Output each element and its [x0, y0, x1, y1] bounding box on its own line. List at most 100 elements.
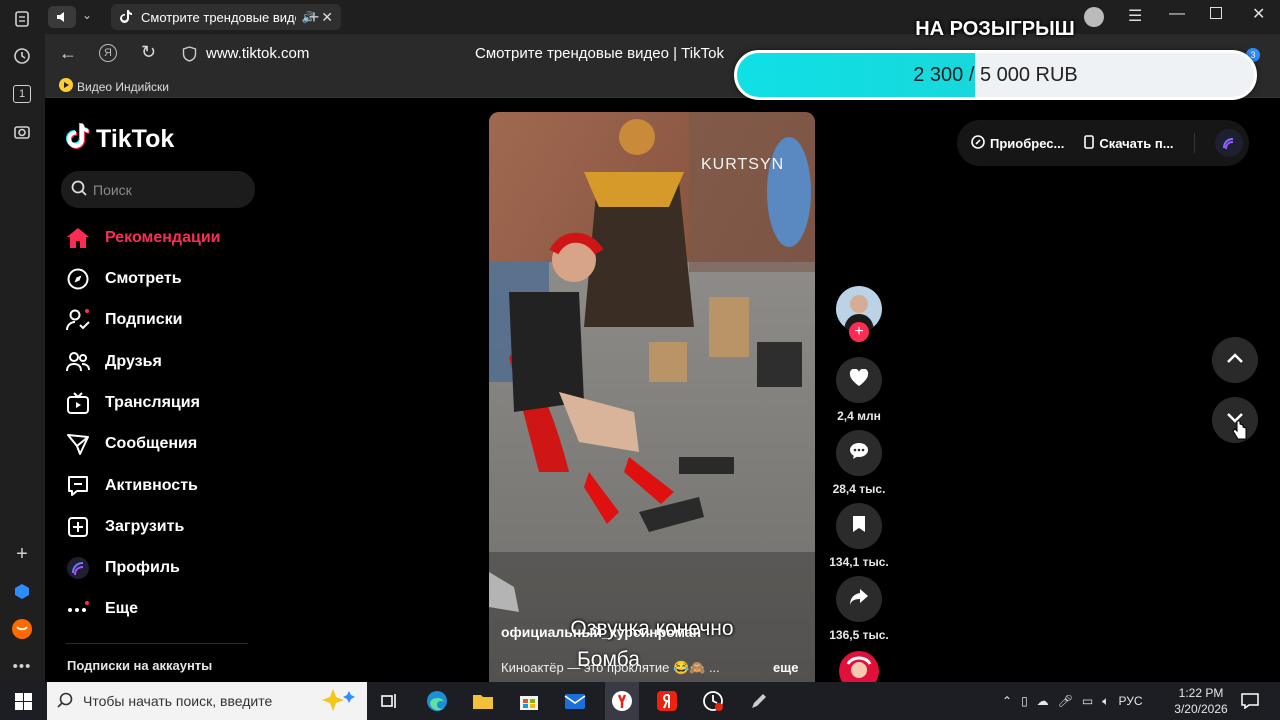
back-arrow-icon[interactable]: ←: [59, 43, 77, 64]
sidebar-item-label: Подписки: [105, 311, 183, 328]
donation-progress-text: 2 300 / 5 000 RUB: [913, 63, 1078, 86]
volume-icon[interactable]: 🔈︎: [1102, 694, 1109, 709]
taskbar-search-input[interactable]: Чтобы начать поиск, введите: [47, 682, 367, 720]
camera-icon[interactable]: [9, 119, 35, 145]
minimize-button[interactable]: —: [1169, 5, 1185, 23]
comment-icon: [849, 442, 869, 465]
menu-icon[interactable]: ☰: [1128, 6, 1142, 26]
phone-icon: [1084, 134, 1095, 152]
windows-start-icon[interactable]: [9, 688, 37, 714]
sidebar-item-label: Профиль: [105, 559, 180, 576]
share-button[interactable]: [836, 576, 882, 622]
tiktok-logo-text: TikTok: [96, 125, 175, 153]
video-watermark: KURTSYN: [701, 156, 785, 173]
sparkle-icon: [319, 687, 359, 716]
system-tray: ⌃ ▯ ☁ 🎤︎ ▭ 🔈︎ РУС: [1002, 682, 1142, 720]
windows-taskbar: Чтобы начать поиск, введите ⌃ ▯ ☁ 🎤︎ ▭ 🔈…: [0, 682, 1280, 720]
top-actions-bar: Приобрес... Скачать п...: [957, 120, 1249, 166]
sidebar-item-upload[interactable]: Загрузить: [66, 512, 184, 542]
clock[interactable]: 1:22 PM 3/20/2026: [1170, 685, 1232, 717]
chevron-up-icon: [1226, 351, 1244, 369]
url-field[interactable]: www.tiktok.com: [206, 45, 309, 62]
download-app-label: Скачать п...: [1099, 135, 1174, 151]
comment-button[interactable]: [836, 430, 882, 476]
previous-video-button[interactable]: [1212, 337, 1258, 383]
follow-plus-icon[interactable]: +: [849, 322, 869, 342]
clock-time: 1:22 PM: [1178, 686, 1224, 700]
yandex-app-icon[interactable]: [653, 688, 681, 714]
tab-title: Смотрите трендовые видео: [141, 9, 296, 25]
history-icon[interactable]: [9, 43, 35, 69]
yandex-browser-icon[interactable]: [605, 682, 639, 720]
following-icon: [66, 308, 90, 332]
video-author[interactable]: официальный_курсинроман: [501, 624, 701, 640]
sound-icon[interactable]: [48, 6, 76, 28]
tiktok-favicon-icon: [119, 9, 133, 26]
chevron-down-icon[interactable]: ⌄: [82, 8, 92, 22]
store-icon[interactable]: [515, 688, 543, 714]
task-view-icon[interactable]: [376, 688, 404, 714]
get-coins-button[interactable]: Приобрес...: [971, 134, 1064, 152]
save-button[interactable]: [836, 503, 882, 549]
sidebar-item-label: Друзья: [105, 353, 162, 370]
donation-title: НА РОЗЫГРЫШ: [915, 18, 1075, 40]
share-icon: [849, 588, 869, 611]
page-title: Смотрите трендовые видео | TikTok: [475, 45, 724, 62]
sidebar-item-activity[interactable]: Активность: [66, 471, 198, 501]
language-indicator[interactable]: РУС: [1118, 694, 1142, 708]
sidebar-item-more[interactable]: Еще: [66, 594, 138, 624]
sidebar-item-recommendations[interactable]: Рекомендации: [66, 223, 221, 253]
like-button[interactable]: [836, 357, 882, 403]
mail-app-icon[interactable]: [9, 616, 35, 642]
site-info-icon[interactable]: [182, 46, 197, 67]
video-player[interactable]: KURTSYN Озвучка конечно официальный_курс…: [489, 112, 815, 682]
cloud-icon[interactable]: ☁: [1037, 694, 1049, 708]
download-app-button[interactable]: Скачать п...: [1084, 134, 1174, 152]
file-explorer-icon[interactable]: [469, 688, 497, 714]
yandex-icon[interactable]: Я: [99, 44, 117, 62]
reload-icon[interactable]: ↻: [141, 42, 156, 63]
notifications-icon[interactable]: [1236, 688, 1264, 714]
mail-icon[interactable]: [561, 688, 589, 714]
edge-icon[interactable]: [423, 688, 451, 714]
upload-icon: [66, 515, 90, 539]
recording-app-icon[interactable]: [699, 688, 727, 714]
home-icon: [66, 226, 90, 250]
user-avatar[interactable]: [1214, 129, 1243, 157]
close-window-button[interactable]: ✕: [1252, 4, 1265, 24]
profile-icon: [66, 556, 90, 580]
messages-icon: [66, 432, 90, 456]
microphone-icon[interactable]: 🎤︎: [1058, 694, 1073, 708]
sidebar-item-following[interactable]: Подписки: [66, 305, 182, 335]
tray-chevron-up-icon[interactable]: ⌃: [1002, 694, 1012, 708]
sidebar-item-label: Загрузить: [105, 518, 185, 535]
more-dots-icon[interactable]: •••: [9, 653, 35, 679]
battery-icon[interactable]: ▯: [1021, 694, 1028, 708]
search-input[interactable]: Поиск: [61, 171, 255, 208]
sidebar-item-label: Активность: [105, 477, 198, 494]
music-disc[interactable]: [838, 650, 880, 682]
coin-icon: [971, 134, 985, 152]
sidebar-item-explore[interactable]: Смотреть: [66, 264, 182, 294]
more-icon: [66, 597, 90, 621]
search-placeholder: Поиск: [93, 181, 132, 198]
network-icon[interactable]: ▭: [1082, 694, 1093, 708]
add-icon[interactable]: +: [9, 541, 35, 567]
share-count: 136,5 тыс.: [829, 628, 889, 642]
maximize-button[interactable]: [1210, 7, 1222, 19]
bookmark-icon: [852, 515, 866, 538]
bookmark-item[interactable]: Видео Индийски: [59, 78, 169, 95]
sidebar-item-profile[interactable]: Профиль: [66, 553, 180, 583]
pen-tool-icon[interactable]: [745, 688, 773, 714]
counter-icon[interactable]: 1: [9, 81, 35, 107]
sidebar-item-live[interactable]: Трансляция: [66, 388, 200, 418]
sidebar-item-messages[interactable]: Сообщения: [66, 429, 197, 459]
sidebar-item-friends[interactable]: Друзья: [66, 347, 162, 377]
new-tab-button[interactable]: +: [303, 6, 325, 28]
see-more-link[interactable]: еще: [773, 660, 798, 675]
cube-app-icon[interactable]: [9, 578, 35, 604]
tabs-icon[interactable]: [9, 6, 35, 32]
sidebar-divider: [66, 643, 248, 644]
tiktok-logo[interactable]: TikTok: [66, 122, 174, 157]
friends-icon: [66, 350, 90, 374]
